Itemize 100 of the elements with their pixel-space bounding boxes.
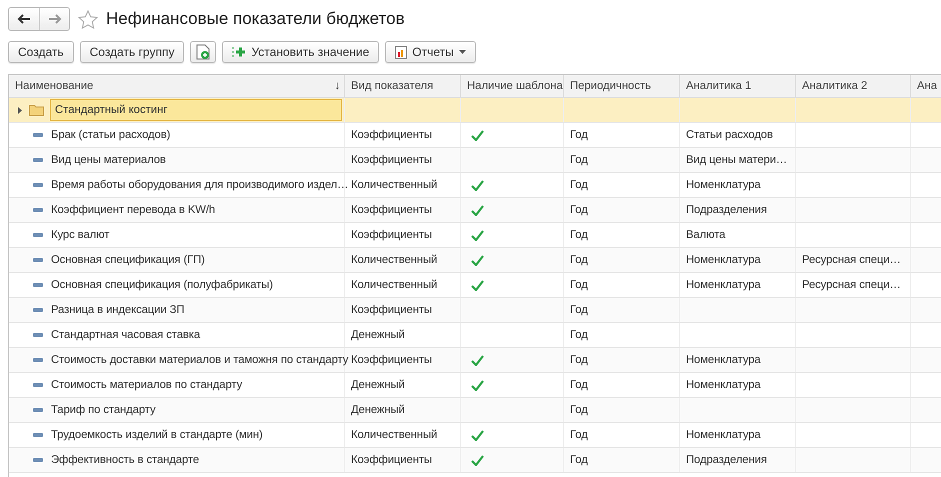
- set-value-button[interactable]: Установить значение: [222, 41, 380, 63]
- table-cell: Статьи расходов: [686, 129, 773, 141]
- table-cell: Тариф по стандарту: [51, 404, 156, 416]
- table-cell: Количественный: [351, 179, 438, 191]
- table-cell: Подразделения: [686, 204, 767, 216]
- document-add-icon: [196, 44, 210, 60]
- column-header[interactable]: Наличие шаблона: [461, 75, 564, 97]
- table-cell: Год: [570, 354, 588, 366]
- star-icon[interactable]: [78, 10, 98, 28]
- table-cell: Год: [570, 304, 588, 316]
- item-icon: [33, 258, 43, 262]
- expand-arrow-icon[interactable]: [17, 106, 23, 114]
- table-cell: Год: [570, 329, 588, 341]
- toolbar-button[interactable]: Создать группу: [80, 41, 184, 63]
- add-document-button[interactable]: [190, 41, 216, 63]
- table-row[interactable]: Основная спецификация (ГП) Количественный Год Номенклатура Ресурсная специ…: [9, 248, 941, 273]
- table-cell: Коэффициенты: [351, 154, 432, 166]
- item-icon: [33, 158, 43, 162]
- plus-icon: [232, 46, 246, 58]
- item-icon: [33, 308, 43, 312]
- table-cell: Год: [570, 379, 588, 391]
- table-row[interactable]: Брак (статьи расходов) Коэффициенты Год Статьи расходов: [9, 123, 941, 148]
- item-icon: [33, 233, 43, 237]
- table-cell: Курс валют: [51, 229, 110, 241]
- table-cell: Год: [570, 279, 588, 291]
- table-cell: Основная спецификация (ГП): [51, 254, 205, 266]
- item-icon: [33, 333, 43, 337]
- table-cell: Год: [570, 429, 588, 441]
- item-icon: [33, 458, 43, 462]
- table-cell: Трудоемкость изделий в стандарте (мин): [51, 429, 263, 441]
- table-cell: Денежный: [351, 379, 405, 391]
- table-cell: Коэффициент перевода в KW/h: [51, 204, 216, 216]
- table-cell: Год: [570, 404, 588, 416]
- table-cell: Количественный: [351, 254, 438, 266]
- table-row[interactable]: Разница в индексации ЗП Коэффициенты Год: [9, 298, 941, 323]
- item-icon: [33, 183, 43, 187]
- table-cell: Подразделения: [686, 454, 767, 466]
- table-row[interactable]: Эффективность в стандарте Коэффициенты Год Подразделения: [9, 448, 941, 473]
- table-cell: Коэффициенты: [351, 304, 432, 316]
- column-header[interactable]: Наименование ↓: [9, 75, 345, 97]
- table-cell: Номенклатура: [686, 429, 761, 441]
- table-cell: Денежный: [351, 329, 405, 341]
- table-cell: Коэффициенты: [351, 354, 432, 366]
- back-arrow-icon: [17, 14, 31, 24]
- table-cell: Год: [570, 454, 588, 466]
- table-cell: Год: [570, 129, 588, 141]
- table-cell: Номенклатура: [686, 379, 761, 391]
- table-row[interactable]: Вид цены материалов Коэффициенты Год Вид цены матери…: [9, 148, 941, 173]
- item-icon: [33, 133, 43, 137]
- table-cell: Год: [570, 229, 588, 241]
- forward-arrow-icon: [48, 14, 62, 24]
- table-cell: Номенклатура: [686, 354, 761, 366]
- column-header[interactable]: Периодичность: [564, 75, 680, 97]
- column-header[interactable]: Вид показателя: [345, 75, 461, 97]
- table-row[interactable]: Тариф по стандарту Денежный Год: [9, 398, 941, 423]
- column-header[interactable]: Ана: [911, 75, 941, 97]
- table-cell: Год: [570, 254, 588, 266]
- table-row[interactable]: Стандартная часовая ставка Денежный Год: [9, 323, 941, 348]
- table-cell: Коэффициенты: [351, 129, 432, 141]
- table-cell: Стоимость доставки материалов и таможня по стандарту: [51, 354, 348, 366]
- caret-icon: [458, 50, 466, 54]
- table-cell: Коэффициенты: [351, 454, 432, 466]
- table-row[interactable]: Стоимость доставки материалов и таможня по стандарту Коэффициенты Год Номенклатура: [9, 348, 941, 373]
- table-row[interactable]: Основная спецификация (полуфабрикаты) Количественный Год Номенклатура Ресурсная специ…: [9, 273, 941, 298]
- table-cell: Разница в индексации ЗП: [51, 304, 184, 316]
- table-row[interactable]: Трудоемкость изделий в стандарте (мин) Количественный Год Номенклатура: [9, 423, 941, 448]
- table-cell: Эффективность в стандарте: [51, 454, 200, 466]
- table-cell: Основная спецификация (полуфабрикаты): [51, 279, 273, 291]
- report-icon: [395, 46, 408, 58]
- table-cell: Год: [570, 204, 588, 216]
- table-cell: Брак (статьи расходов): [51, 129, 170, 141]
- column-header[interactable]: Аналитика 2: [796, 75, 911, 97]
- column-header[interactable]: Аналитика 1: [680, 75, 796, 97]
- table-cell: Номенклатура: [686, 279, 761, 291]
- table-row[interactable]: Время работы оборудования для производимого издел… Количественный Год Номенклатура: [9, 173, 941, 198]
- table-cell: Ресурсная специ…: [802, 254, 901, 266]
- item-icon: [33, 358, 43, 362]
- table-row[interactable]: Курс валют Коэффициенты Год Валюта: [9, 223, 941, 248]
- table-cell: Коэффициенты: [351, 229, 432, 241]
- table-cell: Год: [570, 154, 588, 166]
- table-cell: Номенклатура: [686, 254, 761, 266]
- table-cell: Номенклатура: [686, 179, 761, 191]
- table-row[interactable]: Коэффициент перевода в KW/h Коэффициенты Год Подразделения: [9, 198, 941, 223]
- toolbar-button[interactable]: Создать: [8, 41, 74, 63]
- table-cell: Стандартная часовая ставка: [51, 329, 200, 341]
- window-title: Нефинансовые показатели бюджетов: [106, 9, 405, 29]
- table-row[interactable]: Стоимость материалов по стандарту Денежный Год Номенклатура: [9, 373, 941, 398]
- reports-menu-button[interactable]: Отчеты: [385, 41, 476, 63]
- item-icon: [33, 433, 43, 437]
- table-cell: Денежный: [351, 404, 405, 416]
- group-row[interactable]: Стандартный костинг: [9, 98, 941, 123]
- table-cell: Количественный: [351, 279, 438, 291]
- table-cell: Вид цены матери…: [686, 154, 788, 166]
- table-cell: Количественный: [351, 429, 438, 441]
- item-icon: [33, 208, 43, 212]
- table-cell: Год: [570, 179, 588, 191]
- table-cell: Вид цены материалов: [51, 154, 166, 166]
- table-cell: Время работы оборудования для производимого издел…: [51, 179, 348, 191]
- sort-indicator: ↓: [334, 80, 340, 92]
- table-cell: Валюта: [686, 229, 726, 241]
